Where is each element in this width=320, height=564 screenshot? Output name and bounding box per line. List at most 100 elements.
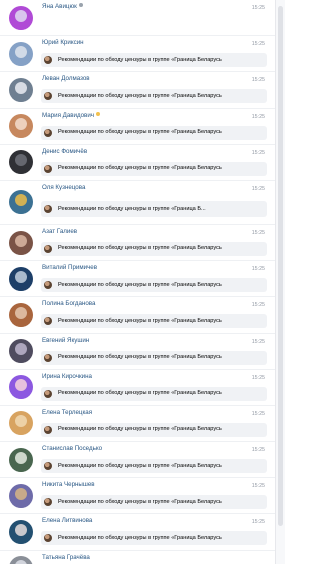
avatar-shape — [10, 246, 32, 255]
conversation-row[interactable]: Юрий Криксин 15:25 Рекомендации по обходу … — [0, 36, 275, 73]
conversation-row[interactable]: Никита Чернышев 15:25 Рекомендации по обхо… — [0, 478, 275, 515]
avatar[interactable] — [9, 375, 33, 400]
avatar[interactable] — [9, 190, 33, 215]
avatar-shape — [10, 21, 32, 30]
avatar[interactable] — [9, 77, 33, 102]
conversation-row[interactable]: Евгений Якушин 15:25 Рекомендации по обход… — [0, 334, 275, 370]
preview-text: Рекомендации по обходу цензуры в группе … — [58, 354, 222, 360]
message-preview[interactable]: Рекомендации по обходу цензуры в группе … — [41, 314, 267, 329]
avatar-shape — [15, 45, 27, 58]
timestamp: 15:25 — [251, 374, 265, 381]
avatar[interactable] — [9, 302, 33, 327]
preview-text: Рекомендации по обходу цензуры в группе … — [58, 390, 222, 397]
contact-name[interactable]: Леван Долмазов — [42, 75, 90, 82]
muted-icon — [78, 3, 83, 8]
avatar-shape — [10, 355, 32, 364]
timestamp: 15:25 — [251, 410, 265, 417]
contact-name[interactable]: Ирина Кирочкина — [42, 373, 92, 380]
contact-name[interactable]: Полина Богданова — [42, 300, 95, 307]
conversation-row[interactable]: Мария Давидович 15:25 Рекомендации по обхо… — [0, 109, 275, 145]
avatar-shape — [10, 391, 32, 400]
contact-name[interactable]: Татьяна Грачёва — [42, 554, 90, 561]
scrollbar[interactable] — [276, 0, 285, 564]
conversation-row[interactable]: Полина Богданова 15:25 Рекомендации по обх… — [0, 297, 275, 334]
avatar[interactable] — [9, 41, 33, 66]
contact-name[interactable]: Азат Галиев — [42, 228, 77, 235]
message-preview[interactable]: Рекомендации по обходу цензуры в группе … — [41, 531, 267, 546]
avatar[interactable] — [9, 483, 33, 508]
contact-name[interactable]: Юрий Криксин — [42, 39, 84, 46]
sender-avatar — [44, 534, 52, 543]
avatar[interactable] — [9, 114, 33, 139]
conversation-row[interactable]: Татьяна Грачёва — [0, 551, 275, 564]
message-preview[interactable]: Рекомендации по обходу цензуры в группе … — [41, 89, 267, 104]
avatar-shape — [15, 270, 27, 283]
avatar-shape — [10, 130, 32, 139]
sender-avatar — [44, 204, 52, 213]
message-preview[interactable]: Рекомендации по обходу цензуры в группе … — [41, 53, 267, 68]
preview-text: Рекомендации по обходу цензуры в группе … — [58, 426, 222, 433]
avatar[interactable] — [9, 339, 33, 364]
conversation-row[interactable]: Леван Долмазов 15:25 Рекомендации по обход… — [0, 72, 275, 109]
contact-name[interactable]: Виталий Примичев — [42, 264, 97, 271]
avatar-shape — [15, 524, 27, 537]
conversation-row[interactable]: Ирина Кирочкина 15:25 Рекомендации по обхо… — [0, 370, 275, 406]
avatar-shape — [10, 282, 32, 291]
conversation-row[interactable]: Денис Фомичёв 15:25 Рекомендации по обходу… — [0, 145, 275, 181]
avatar-shape — [15, 154, 27, 167]
sender-avatar — [44, 56, 52, 65]
avatar[interactable] — [9, 411, 33, 436]
contact-name[interactable]: Елена Терлецкая — [42, 409, 92, 416]
avatar-shape — [15, 234, 27, 247]
avatar[interactable] — [9, 520, 33, 545]
avatar-shape — [10, 57, 32, 66]
conversation-row[interactable]: Елена Литвинова 15:25 Рекомендации по обхо… — [0, 514, 275, 551]
preview-text: Рекомендации по обходу цензуры в группе … — [58, 205, 206, 212]
message-preview[interactable]: Рекомендации по обходу цензуры в группе … — [41, 350, 267, 365]
timestamp: 15:25 — [251, 447, 265, 454]
avatar-shape — [15, 379, 27, 392]
message-preview[interactable]: Рекомендации по обходу цензуры в группе … — [41, 161, 267, 176]
contact-name[interactable]: Яна Авицюк — [42, 3, 83, 10]
contact-name[interactable]: Станислав Поседько — [42, 445, 102, 452]
message-preview[interactable]: Рекомендации по обходу цензуры в группе … — [41, 200, 267, 217]
message-preview[interactable]: Рекомендации по обходу цензуры в группе … — [41, 495, 267, 510]
scrollbar-thumb[interactable] — [278, 6, 283, 526]
contact-name[interactable]: Денис Фомичёв — [42, 148, 87, 155]
avatar[interactable] — [9, 556, 33, 564]
message-preview[interactable]: Рекомендации по обходу цензуры в группе … — [41, 241, 267, 256]
contact-name[interactable]: Евгений Якушин — [42, 337, 89, 344]
conversation-row[interactable]: Оля Кузнецова 15:25 Рекомендации по обходу… — [0, 181, 275, 225]
sender-avatar — [44, 317, 52, 326]
conversation-row[interactable]: Виталий Примичев 15:25 Рекомендации по обх… — [0, 261, 275, 298]
message-preview[interactable]: Рекомендации по обходу цензуры в группе … — [41, 386, 267, 401]
contact-name[interactable]: Елена Литвинова — [42, 517, 92, 524]
sender-avatar — [44, 164, 52, 173]
avatar[interactable] — [9, 150, 33, 175]
avatar-shape — [15, 451, 27, 464]
avatar-shape — [15, 118, 27, 131]
preview-text: Рекомендации по обходу цензуры в группе … — [58, 317, 222, 324]
sender-avatar — [44, 389, 52, 398]
contact-name[interactable]: Мария Давидович — [42, 112, 101, 119]
avatar[interactable] — [9, 230, 33, 255]
message-preview[interactable]: Рекомендации по обходу цензуры в группе … — [41, 278, 267, 293]
avatar[interactable] — [9, 266, 33, 291]
message-preview[interactable]: Рекомендации по обходу цензуры в группе … — [41, 125, 267, 140]
conversation-row[interactable]: Станислав Поседько 15:25 Рекомендации по о… — [0, 442, 275, 479]
message-preview[interactable]: Рекомендации по обходу цензуры в группе … — [41, 459, 267, 474]
message-preview[interactable]: Рекомендации по обходу цензуры в группе … — [41, 422, 267, 437]
conversation-row[interactable]: Азат Галиев 15:25 Рекомендации по обходу ц… — [0, 225, 275, 262]
avatar-shape — [15, 415, 27, 428]
avatar[interactable] — [9, 447, 33, 472]
preview-text: Рекомендации по обходу цензуры в группе … — [58, 92, 222, 99]
avatar-shape — [10, 463, 32, 472]
contact-name[interactable]: Оля Кузнецова — [42, 184, 85, 191]
timestamp: 15:25 — [251, 5, 265, 11]
conversation-row[interactable]: Елена Терлецкая 15:25 Рекомендации по обхо… — [0, 406, 275, 443]
contact-name[interactable]: Никита Чернышев — [42, 481, 95, 488]
conversation-row[interactable]: Яна Авицюк 15:25 — [0, 0, 275, 37]
avatar[interactable] — [9, 5, 33, 30]
preview-text: Рекомендации по обходу цензуры в группе … — [58, 498, 222, 505]
avatar-shape — [10, 318, 32, 327]
